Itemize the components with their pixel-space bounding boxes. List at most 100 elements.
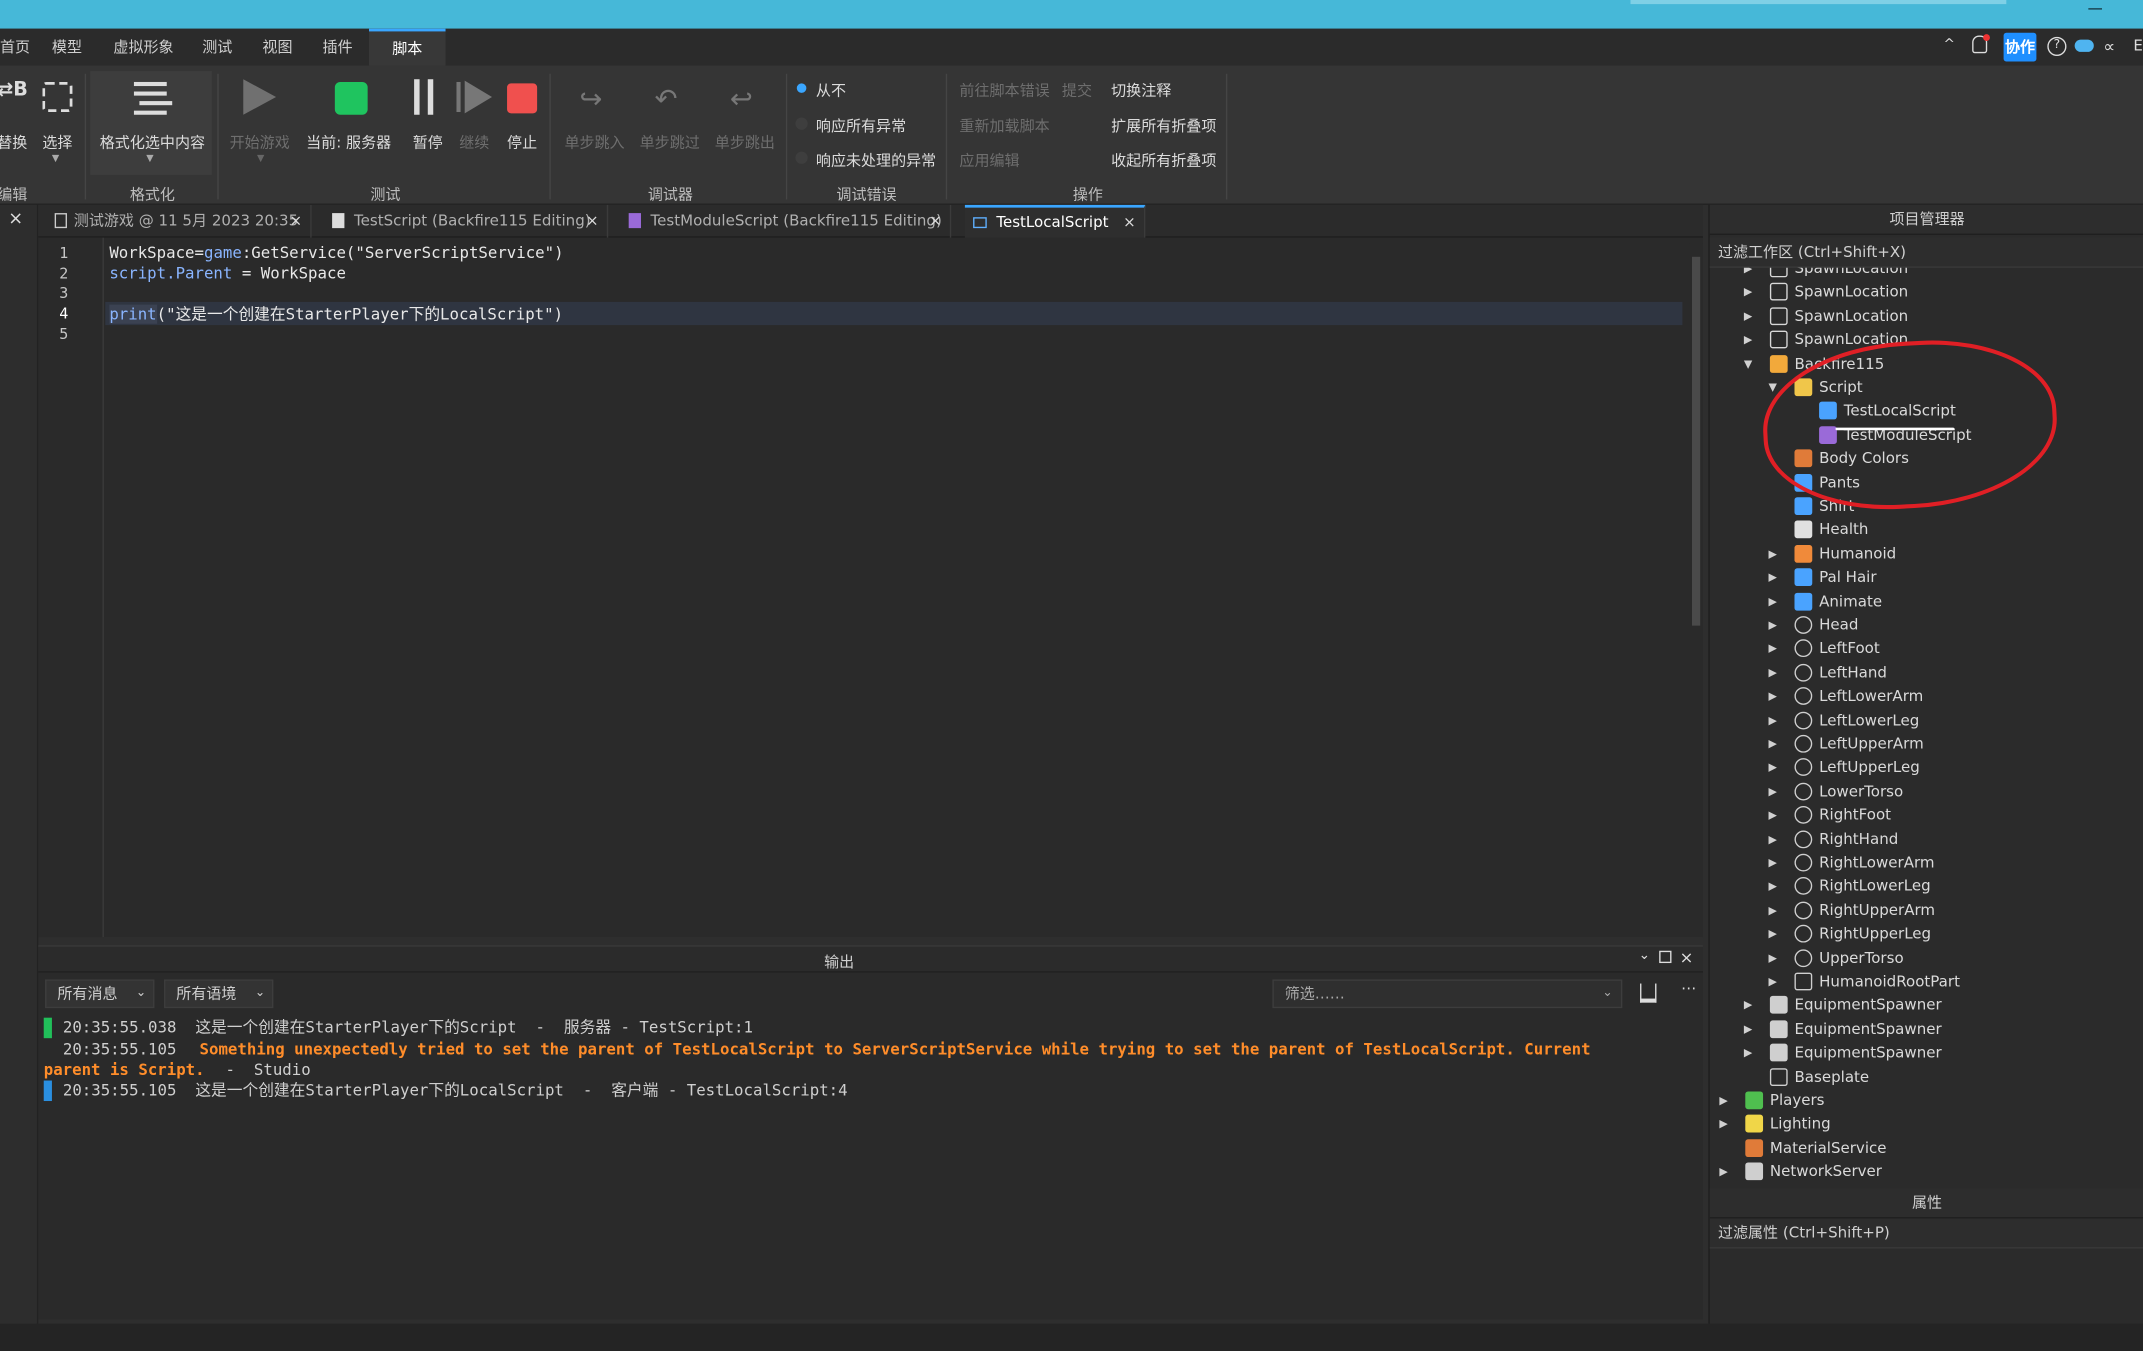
collapsed-arrow-icon[interactable]: ▶ [1769,851,1777,874]
explorer-item[interactable]: ▶ EquipmentSpawner [1710,1041,2143,1064]
explorer-item[interactable]: ▶ LeftUpperLeg [1710,756,2143,779]
menu-test[interactable]: 测试 [202,29,232,66]
step-over-button[interactable]: 单步跳过 [640,131,700,153]
unhandled-exceptions-radio[interactable] [795,151,808,164]
explorer-item[interactable]: ▶ RightLowerArm [1710,851,2143,874]
close-icon[interactable]: × [1123,208,1136,238]
explorer-item[interactable]: Health [1710,518,2143,541]
explorer-item[interactable]: ▶ EquipmentSpawner [1710,1017,2143,1040]
explorer-item[interactable]: ▶ UpperTorso [1710,946,2143,969]
explorer-filter-input[interactable]: 过滤工作区 (Ctrl+Shift+X) [1709,237,2143,268]
replace-button[interactable]: 替换 [0,131,27,153]
tab-testlocalscript[interactable]: TestLocalScript × [964,204,1146,238]
menu-plugins[interactable]: 插件 [323,29,353,66]
collapsed-arrow-icon[interactable]: ▶ [1769,661,1777,684]
close-icon[interactable]: × [929,205,942,238]
tab-testscript[interactable]: TestScript (Backfire115 Editing) × [324,204,609,238]
collapsed-arrow-icon[interactable]: ▶ [1744,1017,1752,1040]
menu-home[interactable]: 首页 [0,29,30,66]
tab-test-game[interactable]: 测试游戏 @ 11 5月 2023 20:35 × [46,204,312,238]
collapsed-arrow-icon[interactable]: ▶ [1744,268,1752,280]
current-server-button[interactable]: 当前: 服务器 [306,131,391,153]
collapsed-arrow-icon[interactable]: ▶ [1719,1089,1727,1112]
close-icon[interactable]: × [1680,948,1694,967]
menu-script[interactable]: 脚本 [369,28,446,66]
collapse-ribbon-icon[interactable]: ^ [1943,37,1954,52]
close-icon[interactable]: × [289,205,302,238]
explorer-item[interactable]: ▶ LeftLowerLeg [1710,708,2143,731]
step-into-button[interactable]: 单步跳入 [564,131,624,153]
share-icon[interactable]: ∝ [2103,37,2115,56]
collapsed-arrow-icon[interactable]: ▶ [1744,304,1752,327]
toggle-comment-button[interactable]: 切换注释 [1111,79,1171,101]
explorer-item[interactable]: ▶ SpawnLocation [1710,304,2143,327]
code-line-4[interactable]: print("这是一个创建在StarterPlayer下的LocalScript… [109,303,563,325]
explorer-item[interactable]: ▶ RightUpperLeg [1710,922,2143,945]
collapsed-arrow-icon[interactable]: ▶ [1769,685,1777,708]
more-options-icon[interactable]: ⋯ [1681,979,1696,997]
script-editor[interactable]: 1 2 3 4 5 WorkSpace=game:GetService("Ser… [38,237,1703,938]
collapsed-arrow-icon[interactable]: ▶ [1769,970,1777,993]
editor-scrollbar[interactable] [1689,243,1703,935]
collapsed-arrow-icon[interactable]: ▶ [1769,590,1777,613]
never-option[interactable]: 从不 [816,79,846,101]
collapsed-arrow-icon[interactable]: ▶ [1769,922,1777,945]
chevron-down-icon[interactable]: ⌄ [1639,948,1650,963]
explorer-item[interactable]: ▶ RightUpperArm [1710,899,2143,922]
explorer-item[interactable]: ▶ Humanoid [1710,542,2143,565]
goto-script-error-button[interactable]: 前往脚本错误 [959,79,1049,101]
collapsed-arrow-icon[interactable]: ▶ [1769,542,1777,565]
collapsed-arrow-icon[interactable]: ▶ [1769,566,1777,589]
collapsed-arrow-icon[interactable]: ▶ [1769,780,1777,803]
explorer-item[interactable]: Baseplate [1710,1065,2143,1088]
clear-output-icon[interactable] [1640,983,1657,1003]
explorer-item[interactable]: ▶ Pal Hair [1710,566,2143,589]
explorer-item[interactable]: ▶ LeftHand [1710,661,2143,684]
explorer-item[interactable]: ▶ LeftUpperArm [1710,732,2143,755]
explorer-item[interactable]: ▶ Animate [1710,590,2143,613]
start-dropdown-icon[interactable]: ▼ [257,153,264,164]
collapse-all-folds-button[interactable]: 收起所有折叠项 [1111,149,1216,171]
collapsed-arrow-icon[interactable]: ▶ [1769,899,1777,922]
select-dropdown-icon[interactable]: ▼ [52,153,59,164]
collapsed-arrow-icon[interactable]: ▶ [1769,946,1777,969]
explorer-item[interactable]: MaterialService [1710,1136,2143,1159]
pause-button[interactable]: 暂停 [413,131,443,153]
explorer-item[interactable]: ▶ SpawnLocation [1710,267,2143,280]
code-line-2[interactable]: script.Parent = WorkSpace [109,264,346,283]
output-search-input[interactable]: 筛选…… ⌄ [1272,979,1623,1009]
tab-testmodulescript[interactable]: TestModuleScript (Backfire115 Editing) × [620,204,952,238]
collapsed-arrow-icon[interactable]: ▶ [1769,708,1777,731]
menu-view[interactable]: 视图 [262,29,292,66]
properties-filter-input[interactable]: 过滤属性 (Ctrl+Shift+P) [1709,1218,2143,1249]
close-icon[interactable]: × [586,205,599,238]
explorer-item[interactable]: ▶ Lighting [1710,1112,2143,1135]
menu-avatar[interactable]: 虚拟形象 [113,29,173,66]
undock-icon[interactable] [1659,950,1672,964]
expanded-arrow-icon[interactable]: ▼ [1744,352,1752,375]
stop-button[interactable]: 停止 [507,131,537,153]
more-icon[interactable]: E [2133,37,2143,55]
collapsed-arrow-icon[interactable]: ▶ [1744,328,1752,351]
reload-script-button[interactable]: 重新加载脚本 [959,115,1049,137]
close-panel-icon[interactable]: × [8,209,23,229]
explorer-item[interactable]: ▶ RightHand [1710,827,2143,850]
help-icon[interactable]: ? [2047,36,2067,57]
collapsed-arrow-icon[interactable]: ▶ [1719,1112,1727,1135]
resume-button[interactable]: 继续 [459,131,489,153]
never-radio[interactable] [796,83,807,93]
scrollbar-thumb[interactable] [1691,256,1701,626]
explorer-item[interactable]: ▶ SpawnLocation [1710,281,2143,304]
explorer-item[interactable]: ▶ LeftLowerArm [1710,685,2143,708]
collapsed-arrow-icon[interactable]: ▶ [1744,994,1752,1017]
format-dropdown-icon[interactable]: ▼ [146,153,153,164]
collapsed-arrow-icon[interactable]: ▶ [1769,875,1777,898]
explorer-item[interactable]: ▶ LeftFoot [1710,637,2143,660]
commit-button[interactable]: 提交 [1062,79,1092,101]
cloud-icon[interactable] [2074,39,2094,52]
collapsed-arrow-icon[interactable]: ▶ [1769,827,1777,850]
expand-all-folds-button[interactable]: 扩展所有折叠项 [1111,115,1216,137]
explorer-item[interactable]: ▶ LowerTorso [1710,780,2143,803]
collapsed-arrow-icon[interactable]: ▶ [1769,613,1777,636]
explorer-item[interactable]: ▶ RightFoot [1710,803,2143,826]
